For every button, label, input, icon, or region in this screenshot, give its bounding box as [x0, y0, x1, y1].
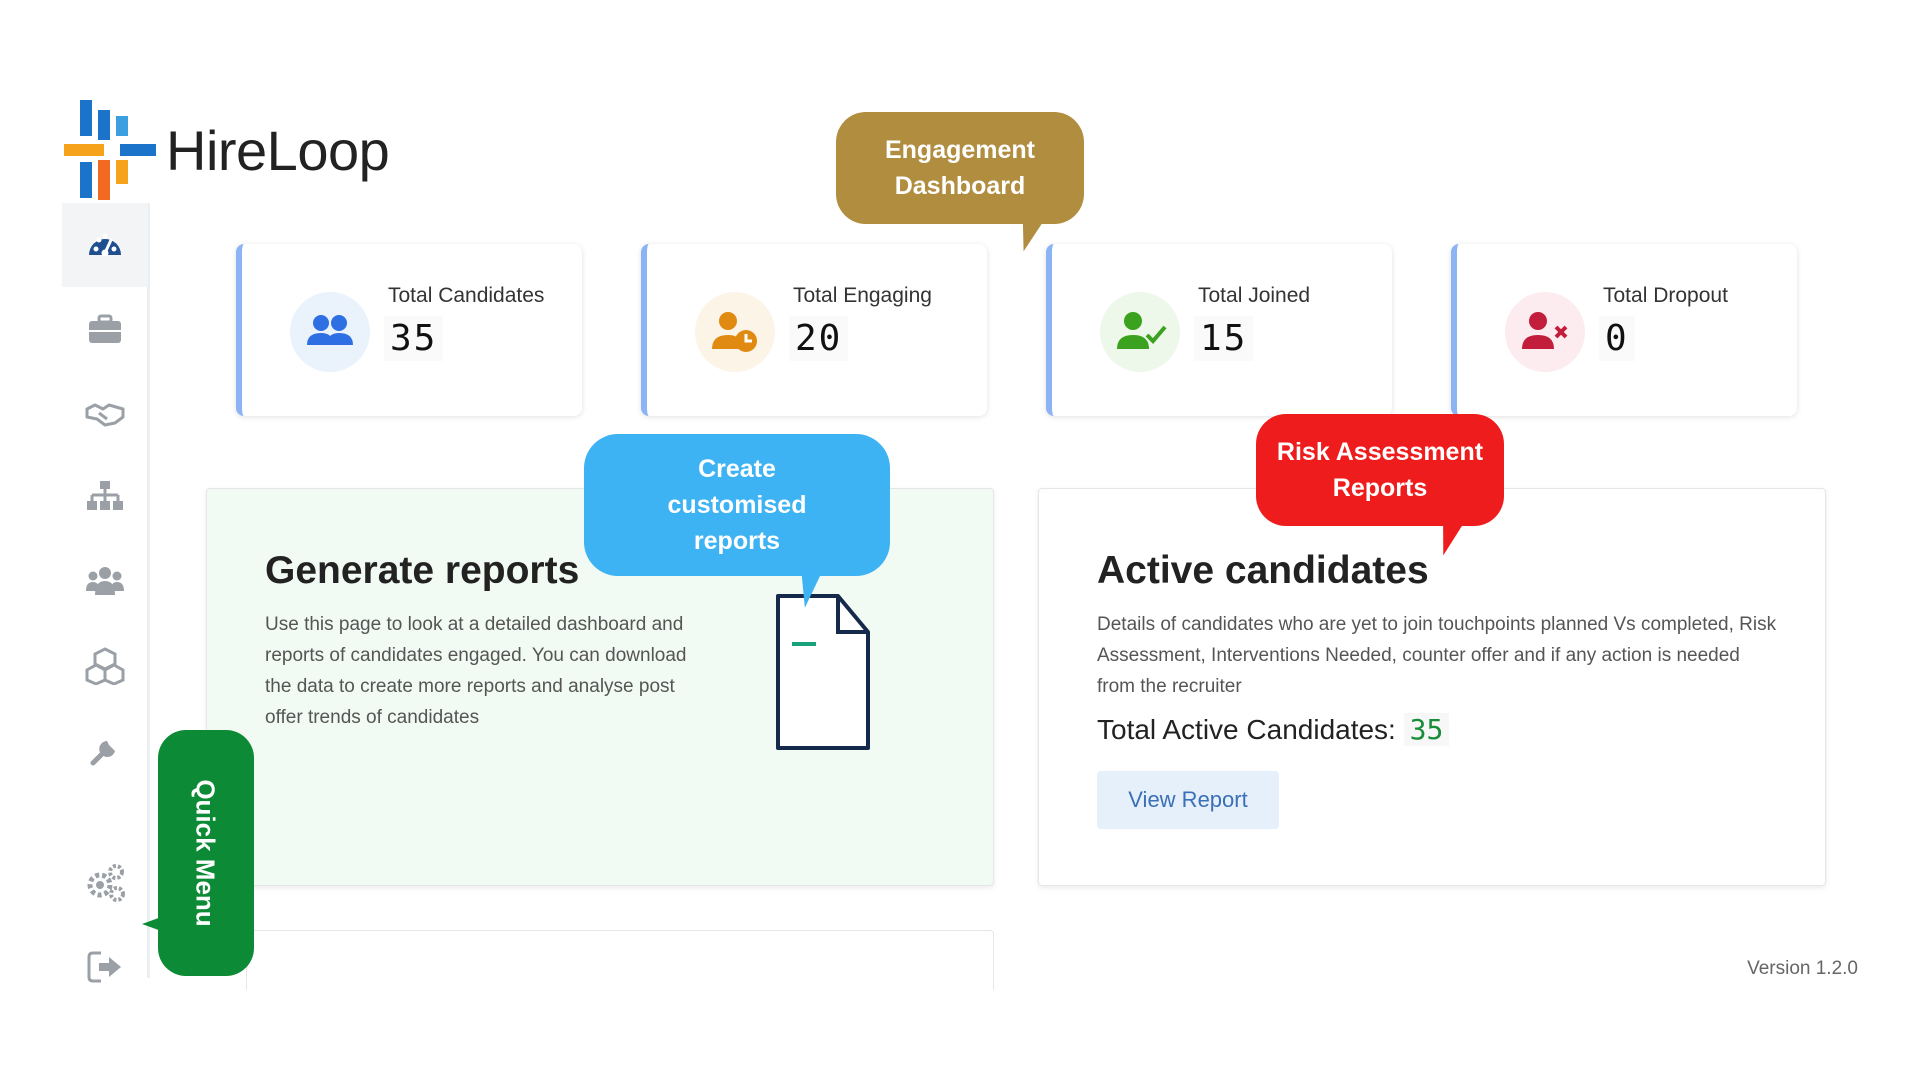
sidebar [62, 203, 150, 983]
active-total-value: 35 [1403, 713, 1450, 746]
version-label: Version 1.2.0 [1747, 958, 1858, 979]
user-check-icon [1117, 312, 1167, 349]
stat-label: Total Joined [1198, 284, 1311, 307]
callout-risk-text: Risk Assessment Reports [1276, 438, 1484, 502]
callout-tail [142, 916, 164, 932]
sidebar-item-tools[interactable] [62, 707, 148, 791]
callout-engagement-text: Engagement Dashboard [884, 136, 1036, 200]
bottom-panel [246, 930, 994, 990]
user-clock-icon [712, 312, 757, 352]
briefcase-icon [89, 314, 121, 343]
generate-reports-title: Generate reports [265, 549, 580, 592]
stat-icon-bg [290, 292, 370, 372]
logo[interactable]: HireLoop [64, 98, 390, 202]
callout-engagement-dashboard: Engagement Dashboard [836, 112, 1084, 255]
stat-icon-bg [1505, 292, 1585, 372]
callout-create-text: Create customised reports [667, 455, 807, 555]
stat-label: Total Engaging [793, 284, 932, 307]
callout-quick-text: Quick Menu [191, 779, 222, 927]
generate-reports-description: Use this page to look at a detailed dash… [265, 614, 687, 728]
users-group-icon [86, 567, 124, 595]
stat-card-total-joined[interactable]: Total Joined 15 [1046, 244, 1392, 416]
sidebar-item-candidates[interactable] [62, 539, 148, 623]
active-candidates-title: Active candidates [1097, 549, 1429, 592]
view-report-button[interactable]: View Report [1097, 771, 1279, 829]
stat-icon-bg [695, 292, 775, 372]
callout-tail [1013, 217, 1043, 255]
boxes-icon [85, 647, 125, 685]
stat-label: Total Candidates [388, 284, 545, 307]
sidebar-item-modules[interactable] [62, 623, 148, 707]
sidebar-item-dashboard[interactable] [62, 203, 148, 287]
callout-create-reports: Create customised reports [584, 434, 890, 610]
callout-risk-assessment: Risk Assessment Reports [1256, 414, 1504, 559]
sidebar-item-settings[interactable] [62, 841, 148, 925]
wrench-icon [90, 741, 115, 766]
stat-value: 15 [1194, 316, 1254, 361]
document-icon [776, 594, 870, 750]
page: HireLoop Total Candidates 35 Total Engag… [0, 0, 1920, 1080]
sign-out-icon [87, 951, 121, 983]
stat-value: 20 [789, 316, 849, 361]
sidebar-item-logout[interactable] [62, 925, 148, 1009]
handshake-icon [85, 403, 125, 427]
callout-quick-menu: Quick Menu [142, 730, 254, 976]
stat-value: 0 [1599, 316, 1635, 361]
stat-card-total-engaging[interactable]: Total Engaging 20 [641, 244, 987, 416]
app-name: HireLoop [166, 118, 390, 182]
users-icon [307, 315, 353, 345]
active-candidates-total: Total Active Candidates: 35 [1097, 713, 1450, 746]
sidebar-item-hierarchy[interactable] [62, 455, 148, 539]
gears-icon [87, 864, 125, 902]
active-total-label: Total Active Candidates: [1097, 714, 1396, 745]
active-candidates-panel[interactable]: Active candidates Details of candidates … [1038, 488, 1826, 886]
stat-card-total-dropout[interactable]: Total Dropout 0 [1451, 244, 1797, 416]
sidebar-item-engagement[interactable] [62, 371, 148, 455]
stat-icon-bg [1100, 292, 1180, 372]
user-times-icon [1522, 312, 1568, 349]
hireloop-logo-icon [64, 100, 156, 200]
org-chart-icon [87, 481, 123, 510]
sidebar-item-jobs[interactable] [62, 287, 148, 371]
dashboard-icon [89, 233, 121, 257]
stat-value: 35 [384, 316, 444, 361]
stat-card-total-candidates[interactable]: Total Candidates 35 [236, 244, 582, 416]
active-candidates-description: Details of candidates who are yet to joi… [1097, 614, 1777, 697]
stat-label: Total Dropout [1603, 284, 1728, 307]
